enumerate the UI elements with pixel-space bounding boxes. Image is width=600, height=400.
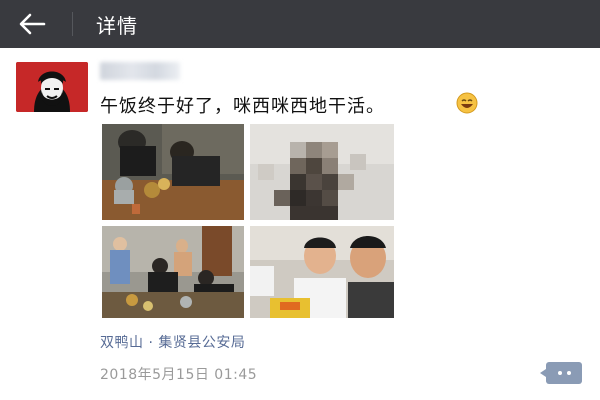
comment-button[interactable] <box>540 362 582 384</box>
top-navigation-bar: 详情 <box>0 0 600 48</box>
header-divider <box>72 12 73 36</box>
avatar[interactable] <box>16 62 88 112</box>
grinning-emoji-icon <box>456 92 478 114</box>
post-text: 午饭终于好了，咪西咪西地干活。 <box>100 96 385 117</box>
username-blurred[interactable] <box>100 62 180 80</box>
post-timestamp: 2018年5月15日 01:45 <box>100 367 258 383</box>
arrow-left-icon <box>19 13 46 35</box>
comment-dots-icon <box>557 371 562 375</box>
location-link[interactable]: 双鸭山 · 集贤县公安局 <box>100 332 245 352</box>
photo-3[interactable] <box>102 226 244 318</box>
photo-4[interactable] <box>250 226 394 318</box>
avatar-portrait-image <box>16 62 88 112</box>
photo-2[interactable] <box>250 124 394 220</box>
photo-1[interactable] <box>102 124 244 220</box>
comment-dots-icon <box>566 371 571 375</box>
page-title: 详情 <box>96 14 138 38</box>
back-button[interactable] <box>14 8 50 40</box>
